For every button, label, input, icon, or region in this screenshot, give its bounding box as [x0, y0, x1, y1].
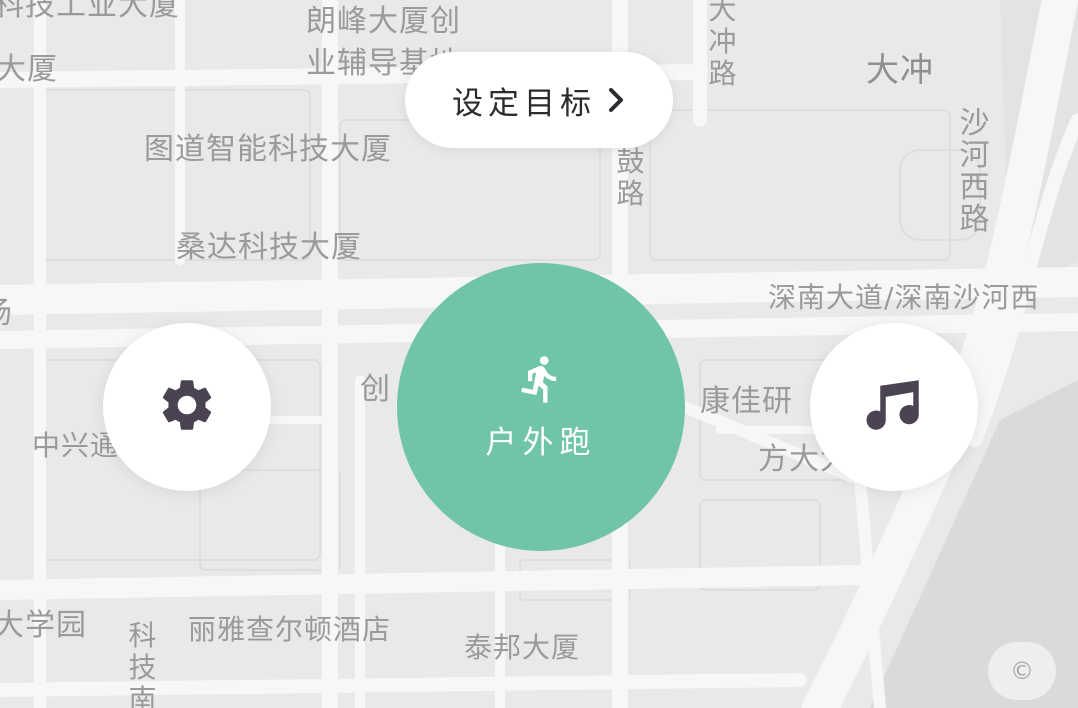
map-label: 场	[0, 296, 13, 332]
map-label: 大冲	[866, 50, 934, 89]
map-label: 丽雅查尔顿酒店	[188, 613, 392, 646]
map-copyright-badge[interactable]: ©	[988, 642, 1056, 700]
runner-icon	[515, 353, 567, 409]
outdoor-run-screen: 科技工业大厦 大厦 朗峰大厦创 业辅导基地 大冲路 大冲 沙河西路 鼓路 图道智…	[0, 0, 1078, 708]
music-button[interactable]	[810, 323, 978, 491]
map-label: 桑达科技大厦	[176, 230, 362, 265]
gear-icon	[156, 374, 218, 440]
settings-button[interactable]	[103, 323, 271, 491]
start-run-label: 户外跑	[485, 424, 597, 461]
chevron-right-icon	[606, 85, 626, 115]
map-label: 深南大道/深南沙河西	[768, 281, 1040, 314]
map-label: 朗峰大厦创	[306, 4, 461, 39]
map-label: 科技南	[128, 619, 158, 708]
map-label: 中兴通	[32, 429, 120, 462]
start-outdoor-run-button[interactable]: 户外跑	[397, 263, 685, 551]
map-label: 沙河西路	[959, 106, 991, 237]
map-label: 图道智能科技大厦	[144, 132, 392, 167]
map-label: 大冲路	[708, 0, 738, 90]
set-goal-label: 设定目标	[452, 85, 596, 122]
map-label: 鼓路	[616, 145, 646, 210]
map-label: 泰邦大厦	[464, 631, 581, 664]
set-goal-button[interactable]: 设定目标	[405, 52, 673, 148]
map-label: 大厦	[0, 52, 58, 87]
map-label: 创	[360, 372, 391, 407]
map-label: 大学园	[0, 608, 87, 643]
map-label: 康佳研	[700, 384, 793, 419]
map-label: 科技工业大厦	[0, 0, 180, 23]
music-note-icon	[861, 372, 927, 442]
